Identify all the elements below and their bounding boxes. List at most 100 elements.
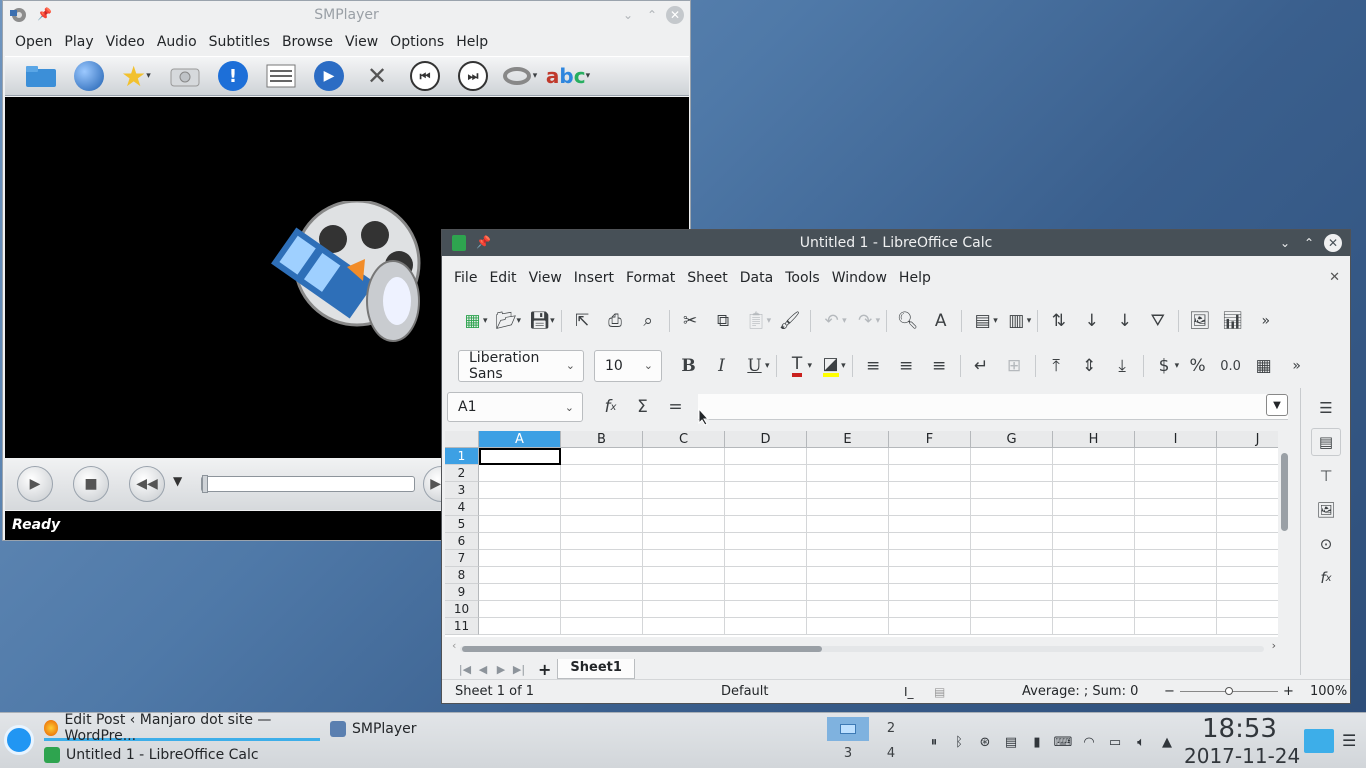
underline-icon[interactable]: U xyxy=(738,352,771,380)
grid-cell[interactable] xyxy=(479,448,561,465)
grid-cell[interactable] xyxy=(479,465,561,482)
menu-window[interactable]: Window xyxy=(826,270,893,286)
gallery-icon[interactable]: ⊤ xyxy=(1311,462,1341,490)
menu-subtitles[interactable]: Subtitles xyxy=(203,34,276,50)
grid-cell[interactable] xyxy=(889,465,971,482)
document-modified-icon[interactable]: ▤ xyxy=(934,685,945,699)
autofilter-icon[interactable]: ⛛ xyxy=(1141,307,1174,335)
grid-cell[interactable] xyxy=(643,499,725,516)
copy-icon[interactable]: ⧉ xyxy=(707,307,740,335)
grid-cell[interactable] xyxy=(725,601,807,618)
open-folder-icon[interactable] xyxy=(21,58,61,94)
pager-desktop-2[interactable]: 2 xyxy=(870,717,912,741)
grid-cell[interactable] xyxy=(1217,601,1278,618)
grid-cell[interactable] xyxy=(1217,499,1278,516)
row-header[interactable]: 10 xyxy=(445,601,479,618)
menu-file[interactable]: File xyxy=(448,270,483,286)
close-button[interactable]: ✕ xyxy=(1324,234,1342,252)
grid-cell[interactable] xyxy=(971,465,1053,482)
grid-cell[interactable] xyxy=(971,482,1053,499)
grid-cell[interactable] xyxy=(1053,567,1135,584)
grid-cell[interactable] xyxy=(1135,550,1217,567)
pin-icon[interactable]: 📌 xyxy=(37,7,52,21)
row-header[interactable]: 5 xyxy=(445,516,479,533)
find-replace-icon[interactable]: 🔍︎ xyxy=(891,307,924,335)
row-header[interactable]: 2 xyxy=(445,465,479,482)
row-header[interactable]: 7 xyxy=(445,550,479,567)
pager-desktop-4[interactable]: 4 xyxy=(870,742,912,766)
grid-cell[interactable] xyxy=(1217,482,1278,499)
zoom-slider-knob[interactable] xyxy=(1225,687,1233,695)
grid-cell[interactable] xyxy=(1135,601,1217,618)
grid-cell[interactable] xyxy=(1053,618,1135,635)
grid-cell[interactable] xyxy=(1217,567,1278,584)
background-color-icon[interactable]: ◪ xyxy=(814,352,847,380)
minimize-button[interactable]: ⌄ xyxy=(1276,234,1294,252)
menu-video[interactable]: Video xyxy=(100,34,151,50)
row-header[interactable]: 4 xyxy=(445,499,479,516)
add-sheet-button[interactable]: + xyxy=(538,660,551,679)
row-header[interactable]: 3 xyxy=(445,482,479,499)
grid-cell[interactable] xyxy=(807,499,889,516)
grid-cell[interactable] xyxy=(1217,516,1278,533)
menu-insert[interactable]: Insert xyxy=(568,270,620,286)
next-sheet-icon[interactable]: ▶ xyxy=(492,663,510,676)
grid-cell[interactable] xyxy=(971,448,1053,465)
grid-cell[interactable] xyxy=(1053,516,1135,533)
calc-titlebar[interactable]: 📌 Untitled 1 - LibreOffice Calc ⌄ ⌃ ✕ xyxy=(442,230,1350,256)
align-middle-icon[interactable]: ⇕ xyxy=(1073,352,1106,380)
save-icon[interactable]: 💾︎ xyxy=(523,307,556,335)
grid-cell[interactable] xyxy=(561,550,643,567)
grid-cell[interactable] xyxy=(1135,465,1217,482)
grid-cell[interactable] xyxy=(889,533,971,550)
grid-cell[interactable] xyxy=(561,584,643,601)
grid-cell[interactable] xyxy=(725,618,807,635)
grid-cell[interactable] xyxy=(1217,550,1278,567)
menu-options[interactable]: Options xyxy=(384,34,450,50)
grid-cell[interactable] xyxy=(1135,482,1217,499)
name-box[interactable]: A1 ⌄ xyxy=(447,392,583,422)
insert-image-icon[interactable]: 🖼︎ xyxy=(1183,307,1216,335)
grid-cell[interactable] xyxy=(561,618,643,635)
properties-icon[interactable]: ☰ xyxy=(1311,394,1341,422)
column-header[interactable]: F xyxy=(889,431,971,448)
percent-icon[interactable]: % xyxy=(1181,352,1214,380)
styles-icon[interactable]: ▤ xyxy=(1311,428,1341,456)
smplayer-app-icon[interactable] xyxy=(9,6,29,24)
align-left-icon[interactable]: ≡ xyxy=(857,352,890,380)
task-smplayer[interactable]: SMPlayer xyxy=(330,717,417,741)
column-header[interactable]: I xyxy=(1135,431,1217,448)
previous-track-icon[interactable]: ⏮ xyxy=(405,58,445,94)
grid-cell[interactable] xyxy=(479,550,561,567)
row-header[interactable]: 1 xyxy=(445,448,479,465)
grid-cell[interactable] xyxy=(971,499,1053,516)
grid-cell[interactable] xyxy=(1217,465,1278,482)
grid-cell[interactable] xyxy=(561,448,643,465)
grid-cell[interactable] xyxy=(1053,482,1135,499)
new-spreadsheet-icon[interactable]: ▦ xyxy=(456,307,489,335)
grid-cell[interactable] xyxy=(807,584,889,601)
functions-icon[interactable]: fx xyxy=(1311,564,1341,592)
pager-desktop-1[interactable] xyxy=(827,717,869,741)
zoom-slider[interactable] xyxy=(1180,687,1278,695)
grid-cell[interactable] xyxy=(1217,533,1278,550)
grid-cell[interactable] xyxy=(889,618,971,635)
grid-cell[interactable] xyxy=(643,550,725,567)
usb-device-icon[interactable]: ▮ xyxy=(1028,733,1046,751)
grid-cell[interactable] xyxy=(971,516,1053,533)
updates-icon[interactable]: ⊛ xyxy=(976,733,994,751)
grid-cell[interactable] xyxy=(479,618,561,635)
minimize-button[interactable]: ⌄ xyxy=(619,6,637,24)
font-color-icon[interactable]: T xyxy=(781,352,814,380)
zoom-level[interactable]: 100% xyxy=(1310,684,1347,699)
rewind-dropdown-icon[interactable]: ▼ xyxy=(173,474,182,488)
bluetooth-icon[interactable]: ᛒ xyxy=(950,733,968,751)
show-hidden-icons-icon[interactable]: ▲ xyxy=(1158,733,1176,751)
grid-cell[interactable] xyxy=(889,516,971,533)
grid-cell[interactable] xyxy=(1135,533,1217,550)
grid-cell[interactable] xyxy=(807,465,889,482)
grid-cell[interactable] xyxy=(561,533,643,550)
bold-icon[interactable]: B xyxy=(672,352,705,380)
maximize-button[interactable]: ⌃ xyxy=(643,6,661,24)
grid-cell[interactable] xyxy=(561,482,643,499)
